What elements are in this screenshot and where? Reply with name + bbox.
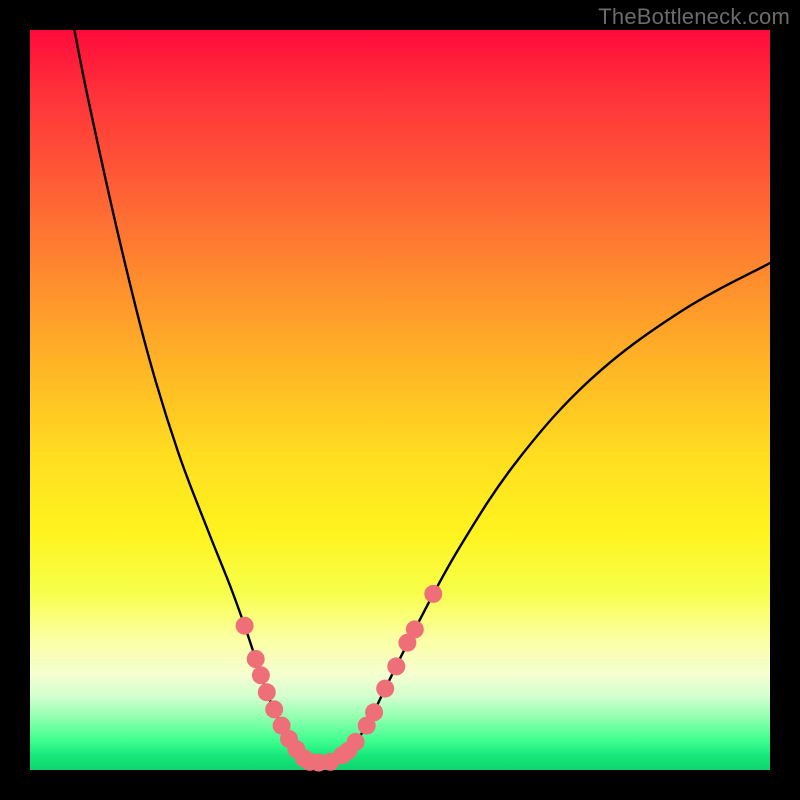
marker-dot [252, 666, 270, 684]
marker-dot [258, 683, 276, 701]
bottleneck-curve [74, 30, 770, 763]
chart-frame: TheBottleneck.com [0, 0, 800, 800]
marker-dot [347, 733, 365, 751]
marker-dot [376, 680, 394, 698]
highlight-points [236, 585, 443, 772]
marker-dot [265, 700, 283, 718]
marker-dot [236, 617, 254, 635]
marker-dot [424, 585, 442, 603]
marker-dot [406, 620, 424, 638]
marker-dot [365, 703, 383, 721]
curve-path [74, 30, 770, 763]
chart-overlay [30, 30, 770, 770]
watermark-text: TheBottleneck.com [598, 4, 790, 30]
marker-dot [387, 657, 405, 675]
marker-dot [247, 650, 265, 668]
